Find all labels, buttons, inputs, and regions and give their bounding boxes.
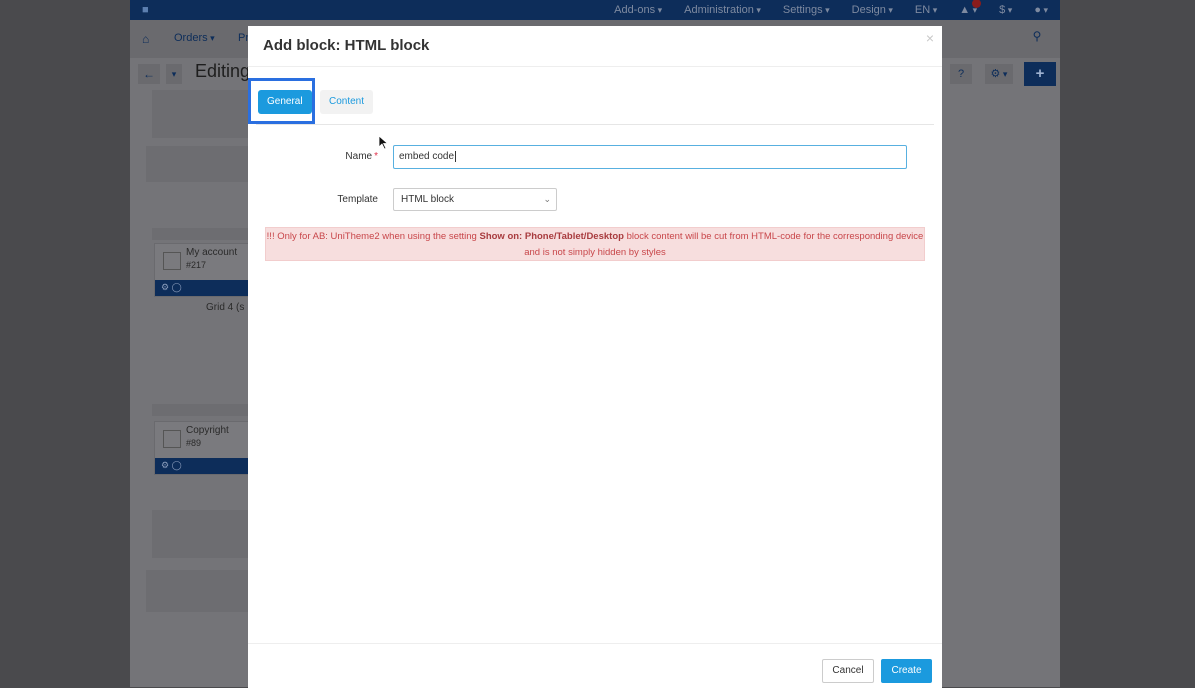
block-name: My account [186, 247, 238, 258]
block-id: #217 [186, 260, 207, 270]
block-settings-icon[interactable]: ⚙ ◯ [161, 282, 182, 293]
block-actions-bar: ⚙ ◯ [155, 458, 255, 474]
gear-icon[interactable]: ⚙ [985, 64, 1013, 84]
top-menu: Add-ons Administration Settings Design E… [614, 0, 1048, 20]
template-label: Template [337, 194, 378, 205]
home-icon[interactable]: ⌂ [142, 32, 153, 46]
page-title: Editing [195, 61, 251, 81]
template-selected-value: HTML block [401, 194, 454, 205]
dialog-header: Add block: HTML block × [248, 26, 942, 67]
close-icon[interactable]: × [926, 30, 934, 46]
template-select[interactable]: HTML block ⌄ [393, 188, 557, 211]
block-card[interactable]: Copyright #89 ⚙ ◯ [154, 421, 256, 475]
dialog-title: Add block: HTML block [263, 37, 430, 54]
notifications-bell-icon[interactable]: ▲ [959, 0, 982, 16]
warning-alert: !!! Only for AB: UniTheme2 when using th… [265, 227, 925, 261]
storefront-icon: ■ [142, 4, 149, 16]
block-checkbox[interactable] [163, 252, 181, 270]
dialog-footer: Cancel Create [248, 643, 942, 688]
menu-settings[interactable]: Settings [783, 4, 830, 16]
block-settings-icon[interactable]: ⚙ ◯ [161, 460, 182, 471]
add-block-dialog: Add block: HTML block × General Content … [248, 26, 942, 688]
name-field[interactable]: embed code [393, 145, 907, 169]
layout-grid-panel [152, 228, 248, 240]
notification-badge [972, 0, 982, 8]
layout-grid-panel [146, 570, 248, 612]
block-actions-bar: ⚙ ◯ [155, 280, 255, 296]
nav-orders[interactable]: Orders [174, 32, 215, 44]
tabs-divider [256, 124, 934, 125]
menu-currency[interactable]: $ [999, 4, 1012, 16]
block-checkbox[interactable] [163, 430, 181, 448]
help-icon[interactable]: ? [950, 64, 972, 84]
alert-text-bold: Show on: Phone/Tablet/Desktop [479, 231, 624, 242]
required-marker: * [374, 151, 378, 162]
search-icon[interactable]: ⚲ [1026, 29, 1048, 49]
block-card[interactable]: My account #217 ⚙ ◯ [154, 243, 256, 297]
user-profile-icon[interactable]: ● [1034, 4, 1048, 16]
block-name: Copyright [186, 425, 229, 436]
layout-grid-panel [146, 146, 248, 182]
menu-design[interactable]: Design [852, 4, 893, 16]
cancel-button[interactable]: Cancel [822, 659, 874, 683]
alert-text-prefix: !!! Only for AB: UniTheme2 when using th… [266, 231, 480, 242]
add-button[interactable]: + [1024, 62, 1056, 86]
layout-grid-panel [152, 90, 248, 138]
layout-grid-panel [152, 510, 248, 558]
chevron-down-icon[interactable]: ▾ [166, 64, 182, 84]
tab-general[interactable]: General [258, 90, 312, 114]
name-label: Name * [345, 151, 378, 162]
create-button[interactable]: Create [881, 659, 932, 683]
block-id: #89 [186, 438, 202, 448]
top-bar: ■ Add-ons Administration Settings Design… [130, 0, 1060, 20]
chevron-down-icon: ⌄ [543, 194, 551, 204]
menu-add-ons[interactable]: Add-ons [614, 4, 662, 16]
grid-label: Grid 4 (s [206, 302, 245, 313]
back-arrow-icon[interactable]: ← [138, 64, 160, 84]
menu-language[interactable]: EN [915, 4, 937, 16]
text-caret [455, 150, 457, 162]
menu-administration[interactable]: Administration [684, 4, 761, 16]
layout-grid-panel [152, 404, 248, 416]
tab-content[interactable]: Content [320, 90, 374, 114]
